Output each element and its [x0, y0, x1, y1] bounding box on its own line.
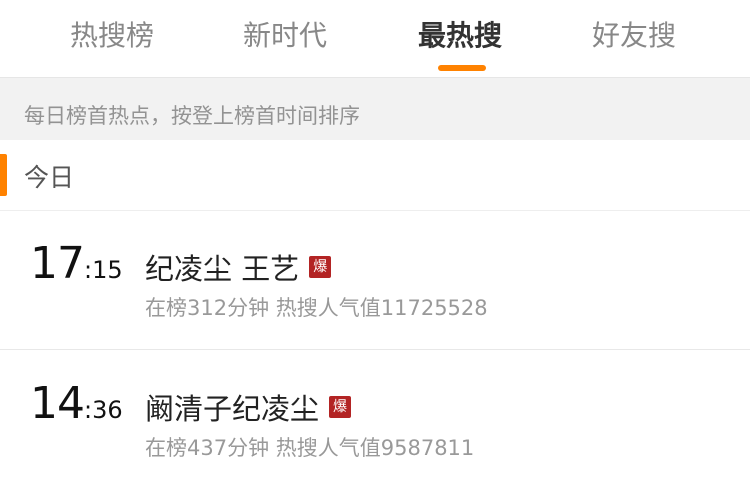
item-time-hour: 17	[30, 238, 85, 289]
item-time-minute: :15	[84, 256, 123, 284]
item-meta: 在榜437分钟 热搜人气值9587811	[145, 436, 475, 460]
info-banner-text: 每日榜首热点，按登上榜首时间排序	[24, 104, 360, 128]
tab-new-era[interactable]: 新时代	[243, 16, 327, 56]
list-item[interactable]: 14:36 阚清子纪凌尘爆 在榜437分钟 热搜人气值9587811	[0, 352, 750, 490]
section-accent-bar	[0, 154, 7, 196]
hot-badge: 爆	[309, 256, 332, 278]
tab-top-searches[interactable]: 最热搜	[418, 16, 502, 56]
active-tab-indicator	[438, 65, 486, 71]
info-banner: 每日榜首热点，按登上榜首时间排序	[0, 78, 750, 140]
tab-hot-search-list[interactable]: 热搜榜	[70, 16, 154, 56]
divider	[0, 349, 750, 350]
hot-badge: 爆	[329, 396, 352, 418]
item-time-hour: 14	[30, 378, 85, 429]
item-title-row: 阚清子纪凌尘爆	[145, 386, 352, 428]
section-title: 今日	[24, 163, 75, 192]
top-tab-bar: 热搜榜 新时代 最热搜 好友搜	[0, 0, 750, 78]
item-time-minute: :36	[84, 396, 123, 424]
section-header: 今日	[0, 140, 750, 211]
item-title-row: 纪凌尘 王艺爆	[145, 246, 332, 288]
item-title: 阚清子纪凌尘	[145, 392, 320, 426]
list-item[interactable]: 17:15 纪凌尘 王艺爆 在榜312分钟 热搜人气值11725528	[0, 212, 750, 350]
item-title: 纪凌尘 王艺	[145, 252, 300, 286]
item-time: 14:36	[30, 378, 123, 429]
item-meta: 在榜312分钟 热搜人气值11725528	[145, 296, 488, 320]
tab-friends-search[interactable]: 好友搜	[592, 16, 676, 56]
item-time: 17:15	[30, 238, 123, 289]
